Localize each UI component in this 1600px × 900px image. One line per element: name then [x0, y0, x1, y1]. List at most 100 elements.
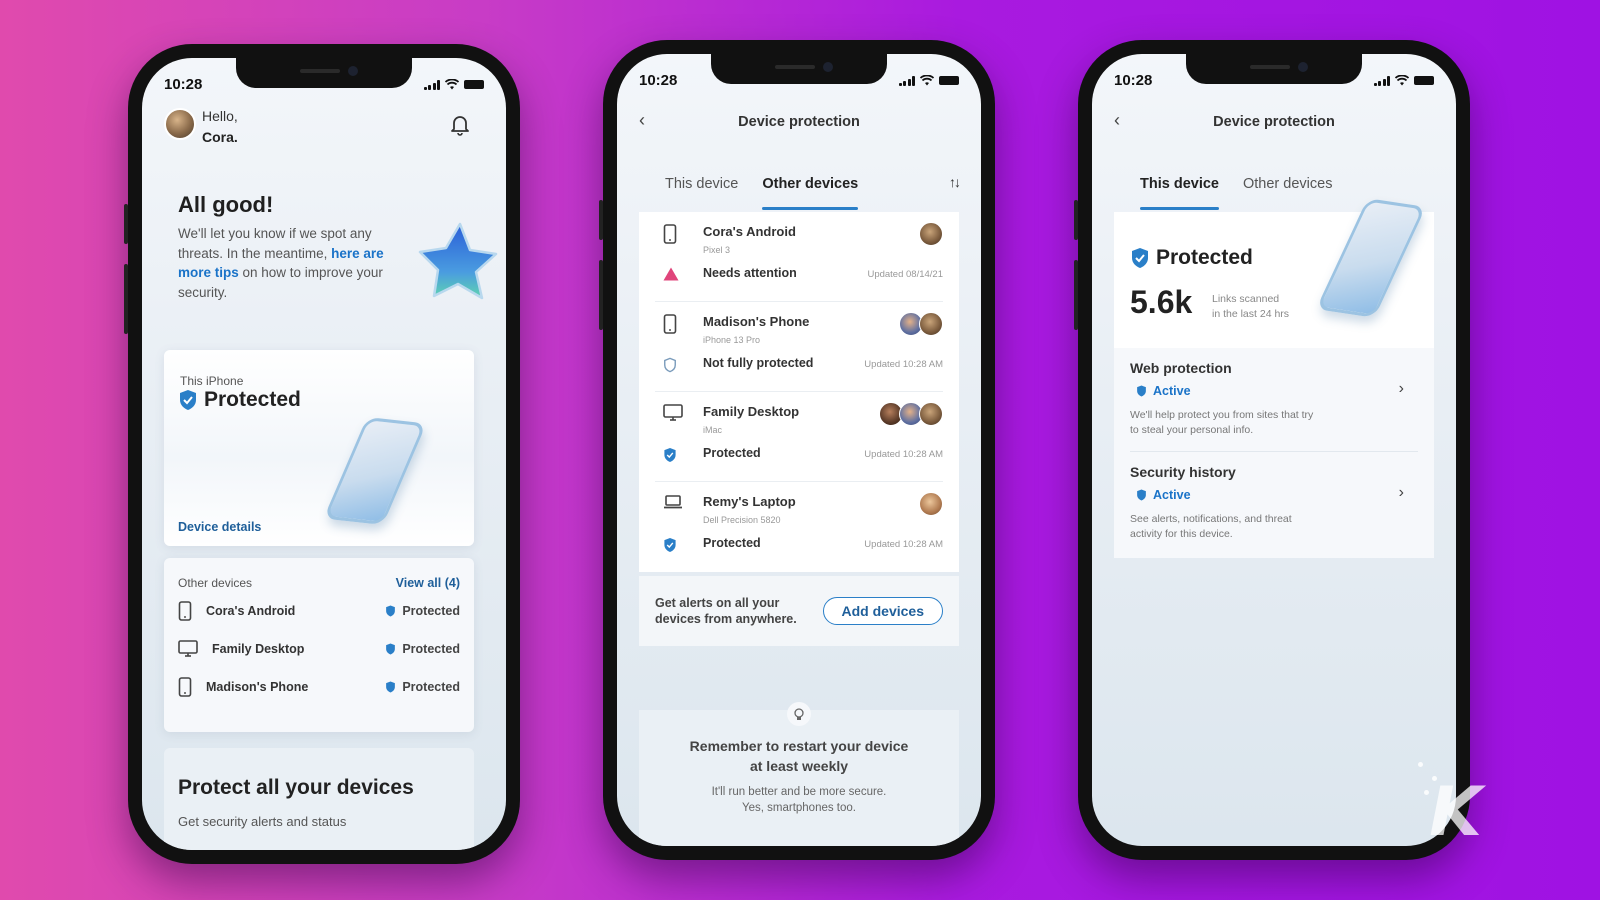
tabs: This device Other devices	[1140, 176, 1332, 210]
device-users	[919, 492, 943, 516]
status-time: 10:28	[164, 76, 203, 93]
home-screen: 10:28 Hello, Cora. All good! We'll let y…	[142, 58, 506, 850]
signal-icon	[898, 75, 915, 86]
feature-description: See alerts, notifications, and threat ac…	[1130, 512, 1292, 542]
tab-this-device[interactable]: This device	[1140, 176, 1219, 210]
device-status: Protected	[402, 680, 460, 694]
feature-title: Security history	[1130, 464, 1236, 480]
this-device-screen: 10:28 ‹ Device protection This device Ot…	[1092, 54, 1456, 846]
device-name: Madison's Phone	[206, 680, 309, 694]
other-devices-list: Cora's Android Protected Family Desktop …	[178, 592, 460, 706]
protection-status-text: Protected	[204, 388, 301, 411]
phone-other-devices: 10:28 ‹ Device protection This device Ot…	[599, 40, 995, 860]
phone-icon	[663, 224, 677, 244]
shield-check-icon	[386, 605, 396, 617]
protection-status: Protected	[1130, 246, 1253, 270]
tabs: This device Other devices	[665, 176, 858, 210]
shield-check-icon	[386, 643, 396, 655]
feature-description-line: See alerts, notifications, and threat	[1130, 513, 1292, 525]
wifi-icon	[920, 75, 934, 86]
desktop-icon	[663, 404, 683, 421]
feature-description: We'll help protect you from sites that t…	[1130, 408, 1313, 438]
stat-label-line: Links scanned	[1212, 293, 1280, 305]
shield-check-icon	[386, 681, 396, 693]
device-row[interactable]: Remy's Laptop Dell Precision 5820 Protec…	[655, 482, 943, 572]
feature-web-protection[interactable]: Web protection Active We'll help protect…	[1130, 360, 1418, 452]
status-icons	[898, 75, 959, 86]
tab-other-devices[interactable]: Other devices	[762, 176, 858, 210]
protection-status-text: Protected	[1156, 246, 1253, 269]
feature-title: Web protection	[1130, 360, 1232, 376]
phone-icon	[663, 314, 677, 334]
promo-card[interactable]: Protect all your devices Get security al…	[164, 748, 474, 850]
phone-illustration	[1315, 198, 1427, 318]
bell-icon[interactable]	[450, 114, 470, 136]
add-devices-banner: Get alerts on all your devices from anyw…	[639, 576, 959, 646]
device-row[interactable]: Madison's Phone iPhone 13 Pro Not fully …	[655, 302, 943, 392]
shield-check-icon	[180, 390, 196, 410]
tip-title-line: at least weekly	[749, 758, 849, 774]
device-status: Protected	[402, 604, 460, 618]
tip-title-line: Remember to restart your device	[689, 738, 909, 754]
other-devices-card: Other devices View all (4) Cora's Androi…	[164, 558, 474, 732]
shield-check-icon	[1132, 248, 1148, 268]
avatar	[919, 492, 943, 516]
tab-this-device[interactable]: This device	[665, 176, 738, 210]
battery-icon	[939, 76, 959, 85]
tip-subtitle-line: It'll run better and be more secure.	[711, 786, 887, 798]
device-status: Protected	[703, 446, 761, 460]
tab-other-devices[interactable]: Other devices	[1243, 176, 1332, 210]
protection-status: Protected	[178, 388, 301, 412]
alerts-text-line: devices from anywhere.	[655, 612, 797, 626]
greeting: Hello, Cora.	[202, 106, 238, 148]
tip-card: Remember to restart your device at least…	[639, 702, 959, 846]
feature-security-history[interactable]: Security history Active See alerts, noti…	[1130, 464, 1418, 556]
device-row[interactable]: Family Desktop iMac Protected Updated 10…	[655, 392, 943, 482]
feature-description-line: We'll help protect you from sites that t…	[1130, 409, 1314, 421]
phone-illustration	[323, 417, 427, 525]
status-bar: 10:28	[1114, 72, 1434, 89]
device-row[interactable]: Cora's Android Pixel 3 Needs attention U…	[655, 212, 943, 302]
phone-this-device: 10:28 ‹ Device protection This device Ot…	[1074, 40, 1470, 860]
laptop-icon	[664, 495, 682, 509]
device-status: Needs attention	[703, 266, 797, 280]
add-devices-button[interactable]: Add devices	[822, 597, 943, 625]
status-bar: 10:28	[639, 72, 959, 89]
tip-title: Remember to restart your device at least…	[639, 736, 959, 776]
status-time: 10:28	[639, 72, 678, 89]
list-item[interactable]: Madison's Phone Protected	[178, 668, 460, 706]
protection-summary-card: Protected 5.6k Links scanned in the last…	[1114, 198, 1434, 348]
chevron-right-icon[interactable]: ›	[1399, 380, 1404, 398]
avatar	[919, 312, 943, 336]
avatar	[919, 402, 943, 426]
feature-state: Active	[1136, 488, 1191, 502]
lightbulb-icon	[787, 702, 811, 726]
greeting-name: Cora.	[202, 129, 238, 145]
device-status: Not fully protected	[703, 356, 814, 370]
device-name: Family Desktop	[703, 404, 800, 419]
device-details-link[interactable]: Device details	[178, 520, 261, 534]
phone-home: 10:28 Hello, Cora. All good! We'll let y…	[124, 44, 520, 864]
avatar[interactable]	[164, 108, 196, 140]
device-status: Protected	[703, 536, 761, 550]
shield-check-icon	[1137, 385, 1146, 397]
device-users	[879, 402, 943, 426]
view-all-link[interactable]: View all (4)	[396, 576, 460, 590]
warning-icon	[663, 267, 679, 281]
features-card: Web protection Active We'll help protect…	[1114, 348, 1434, 558]
device-model: iPhone 13 Pro	[703, 335, 761, 345]
chevron-right-icon[interactable]: ›	[1399, 484, 1404, 502]
list-item[interactable]: Cora's Android Protected	[178, 592, 460, 630]
feature-description-line: to steal your personal info.	[1130, 424, 1254, 436]
list-item[interactable]: Family Desktop Protected	[178, 630, 460, 668]
status-bar: 10:28	[164, 76, 484, 93]
devices-list: Cora's Android Pixel 3 Needs attention U…	[639, 212, 959, 572]
status-time: 10:28	[1114, 72, 1153, 89]
links-scanned-label: Links scanned in the last 24 hrs	[1212, 292, 1289, 322]
sort-button[interactable]: ↑↓	[949, 174, 961, 190]
links-scanned-count: 5.6k	[1130, 284, 1193, 320]
this-iphone-card[interactable]: This iPhone Protected Device details	[164, 350, 474, 546]
device-name: Remy's Laptop	[703, 494, 796, 509]
battery-icon	[1414, 76, 1434, 85]
feature-state: Active	[1136, 384, 1191, 398]
